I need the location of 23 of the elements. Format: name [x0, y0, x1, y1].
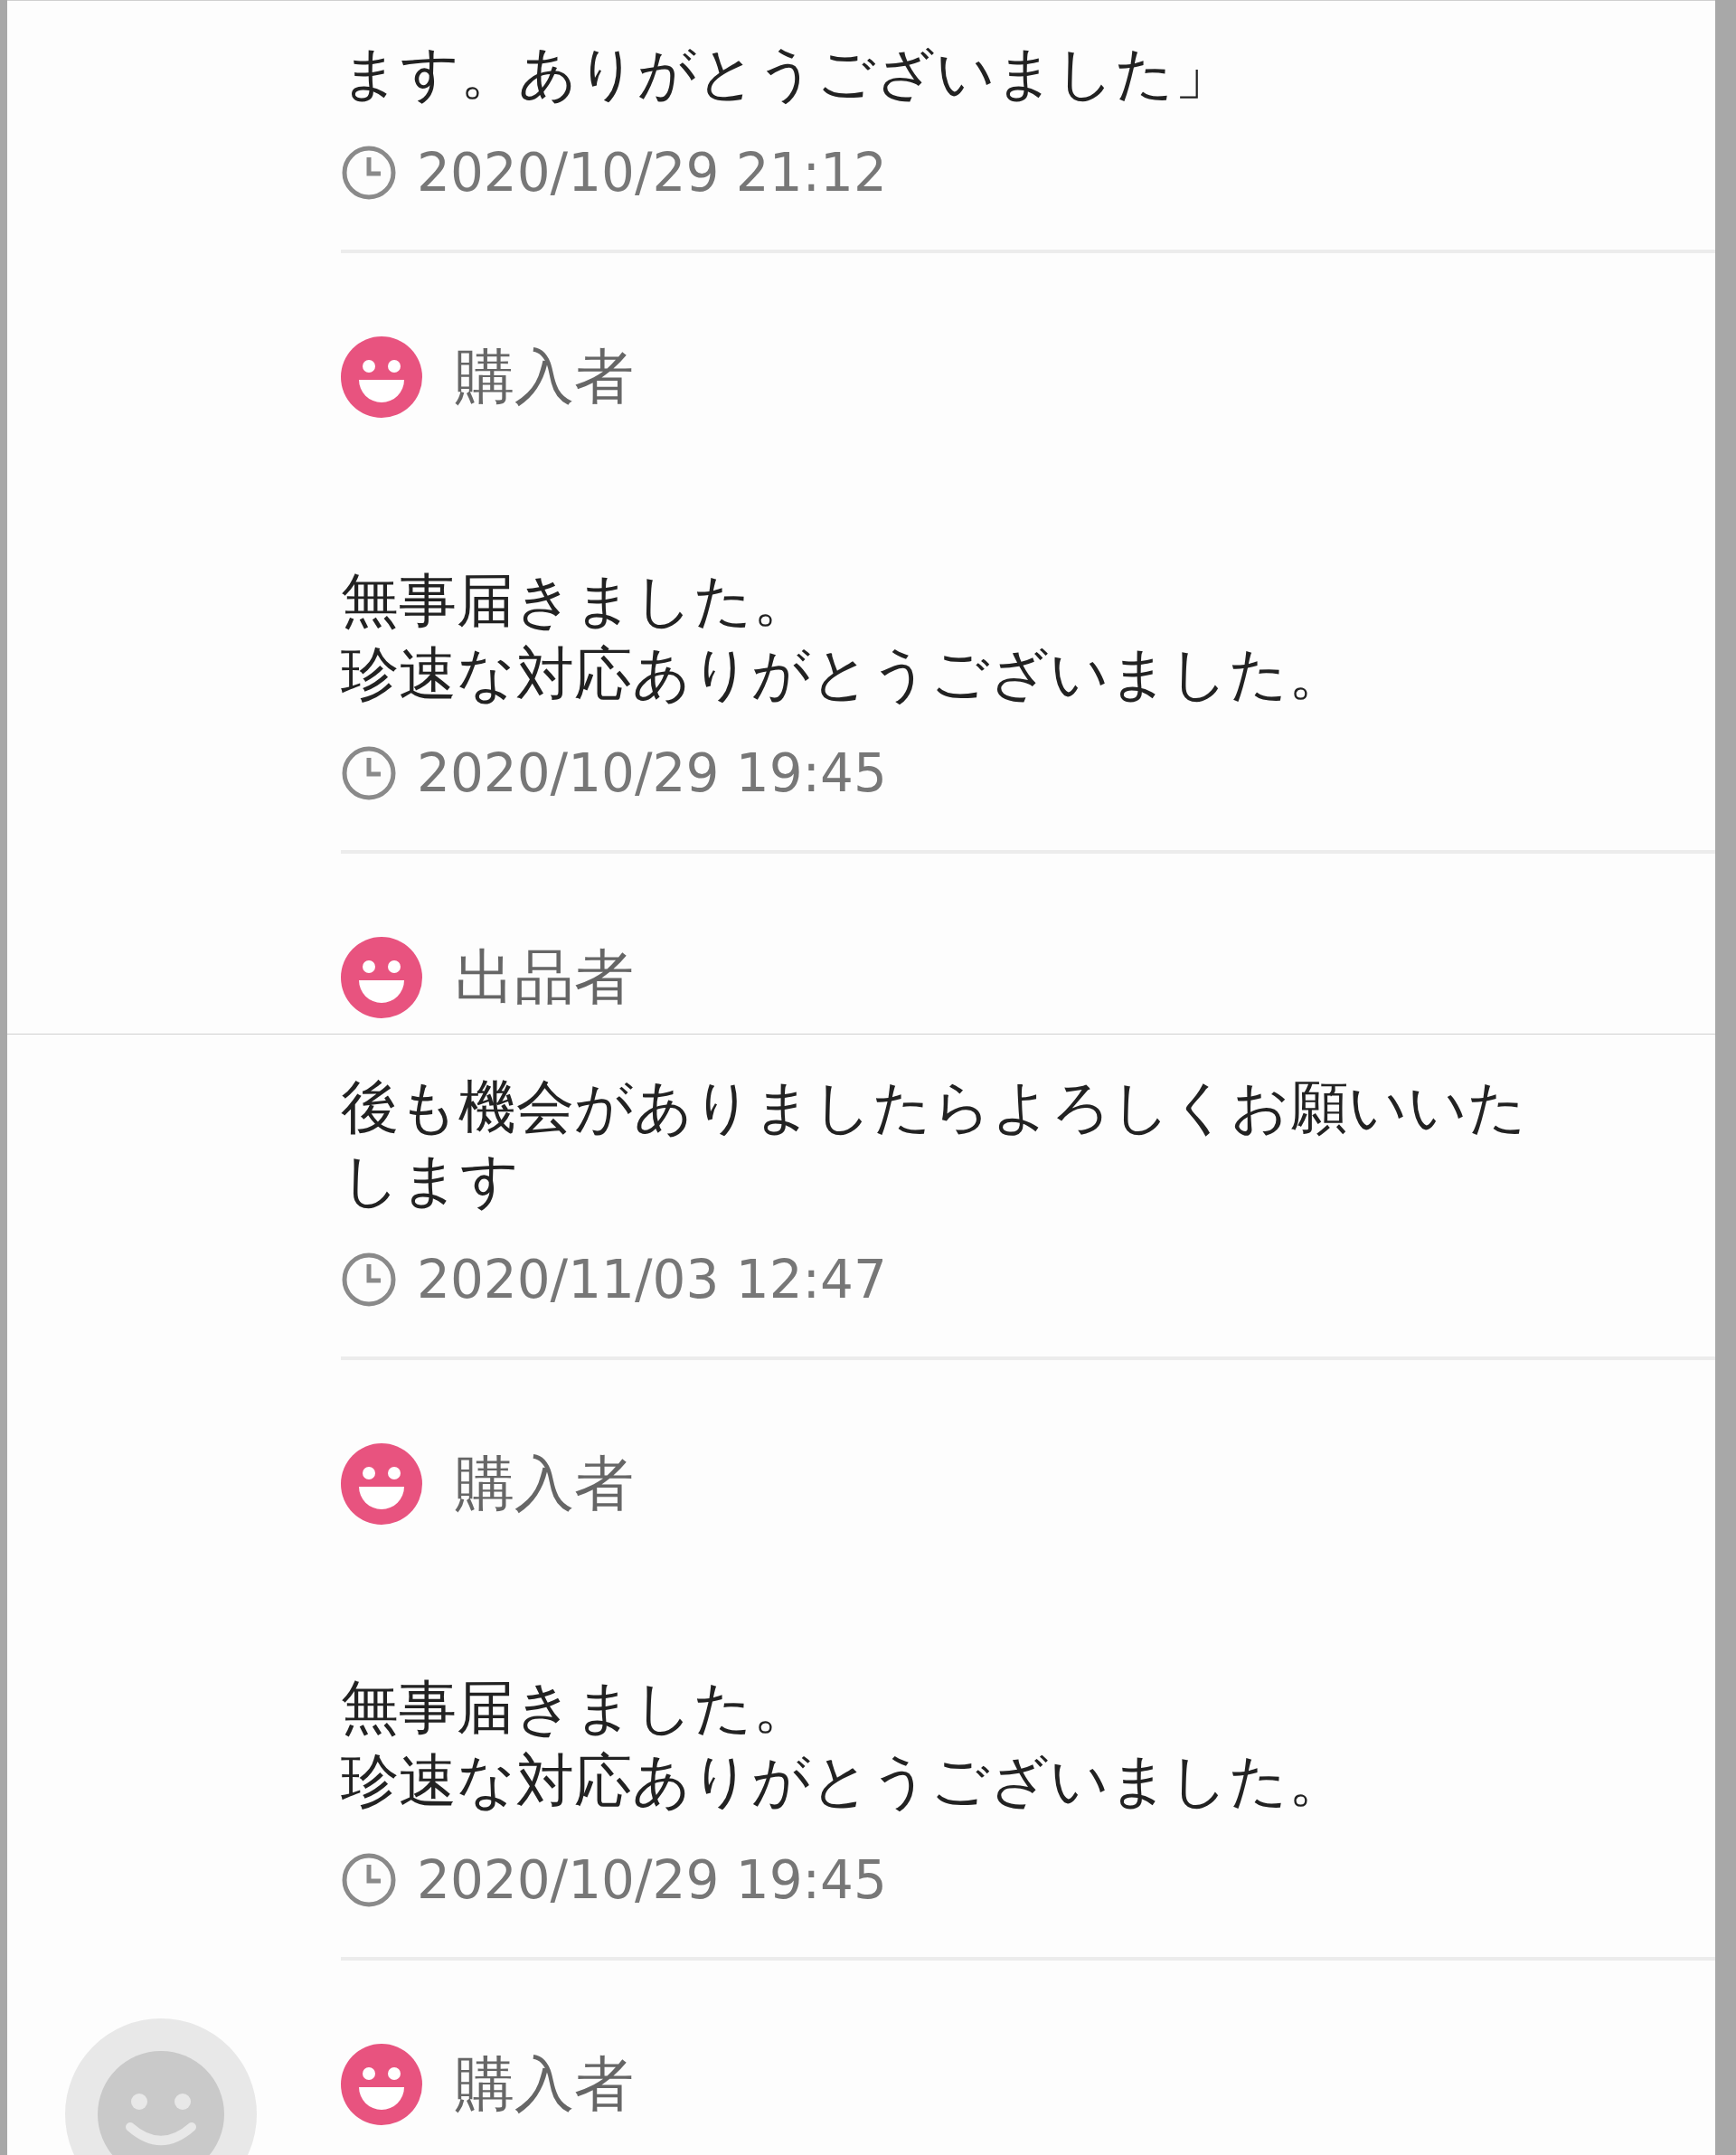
smiley-icon [341, 2044, 422, 2125]
smiley-icon [341, 336, 422, 418]
smiley-icon [341, 1443, 422, 1525]
smiley-icon [341, 937, 422, 1018]
message-text: します [341, 1146, 520, 1215]
message-text: 珍速な対応ありがとうございました。 [341, 1746, 1346, 1816]
message-text: ます。ありがとうございました」 [341, 39, 1232, 109]
clock-icon [341, 1252, 397, 1308]
clock-icon [341, 1852, 397, 1908]
message-text: 珍速な対応ありがとうございました。 [341, 639, 1346, 709]
timestamp: 2020/11/03 12:47 [417, 1252, 887, 1308]
timestamp: 2020/10/29 21:12 [417, 145, 887, 201]
role-label: 出品者 [455, 941, 634, 1014]
clock-icon [341, 745, 397, 801]
role-label: 購入者 [455, 1448, 634, 1520]
timestamp: 2020/10/29 19:45 [417, 745, 887, 801]
message-text: 後も機会がありましたらよろしくお願いいた [341, 1073, 1527, 1142]
message-text: 無事届きました。 [341, 566, 811, 636]
role-label: 購入者 [455, 2048, 634, 2121]
timestamp: 2020/10/29 19:45 [417, 1852, 887, 1908]
message-text: 無事届きました。 [341, 1673, 811, 1743]
role-label: 購入者 [455, 341, 634, 413]
clock-icon [341, 145, 397, 201]
